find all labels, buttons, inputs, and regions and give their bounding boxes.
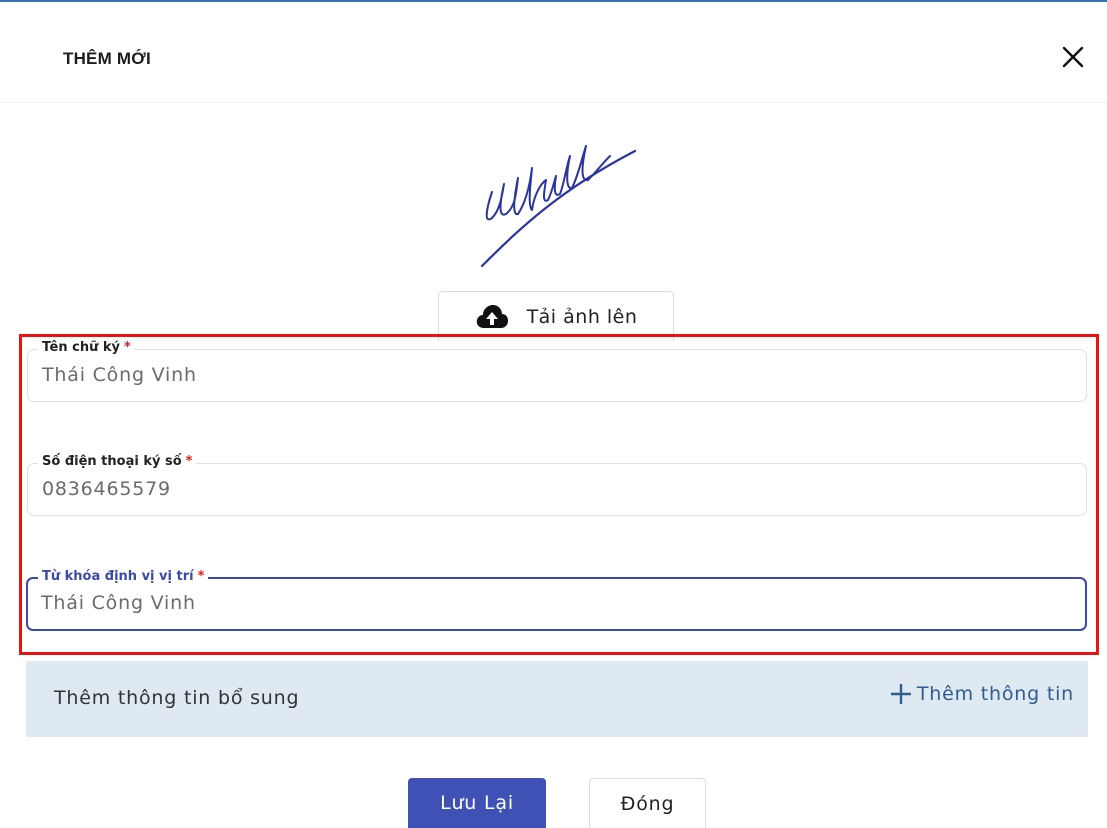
phone-input[interactable]: [42, 478, 1070, 500]
close-icon[interactable]: [1058, 42, 1088, 72]
dialog-title: THÊM MỚI: [63, 49, 151, 68]
signature-name-field[interactable]: Tên chữ ký *: [27, 338, 1087, 402]
position-keyword-field[interactable]: Từ khóa định vị vị trí *: [26, 567, 1087, 631]
plus-icon: [890, 684, 911, 704]
close-button[interactable]: Đóng: [589, 778, 706, 828]
signature-image: [470, 118, 650, 278]
position-keyword-input[interactable]: [41, 592, 1068, 614]
upload-label: Tải ảnh lên: [526, 305, 638, 328]
signature-name-input[interactable]: [42, 364, 1070, 386]
extra-info-panel: Thêm thông tin bổ sung Thêm thông tin: [26, 661, 1088, 737]
cloud-upload-icon: [476, 304, 508, 328]
phone-field[interactable]: Số điện thoại ký số *: [27, 452, 1087, 516]
upload-image-button[interactable]: Tải ảnh lên: [438, 291, 674, 341]
add-info-label: Thêm thông tin: [916, 683, 1074, 705]
signature-name-label: Tên chữ ký *: [38, 338, 135, 358]
extra-info-text: Thêm thông tin bổ sung: [54, 687, 300, 709]
add-info-button[interactable]: Thêm thông tin: [889, 682, 1074, 706]
dialog-header: THÊM MỚI: [0, 2, 1107, 103]
phone-label: Số điện thoại ký số *: [38, 452, 197, 472]
save-button[interactable]: Lưu Lại: [408, 778, 546, 828]
position-keyword-label: Từ khóa định vị vị trí *: [38, 567, 209, 587]
